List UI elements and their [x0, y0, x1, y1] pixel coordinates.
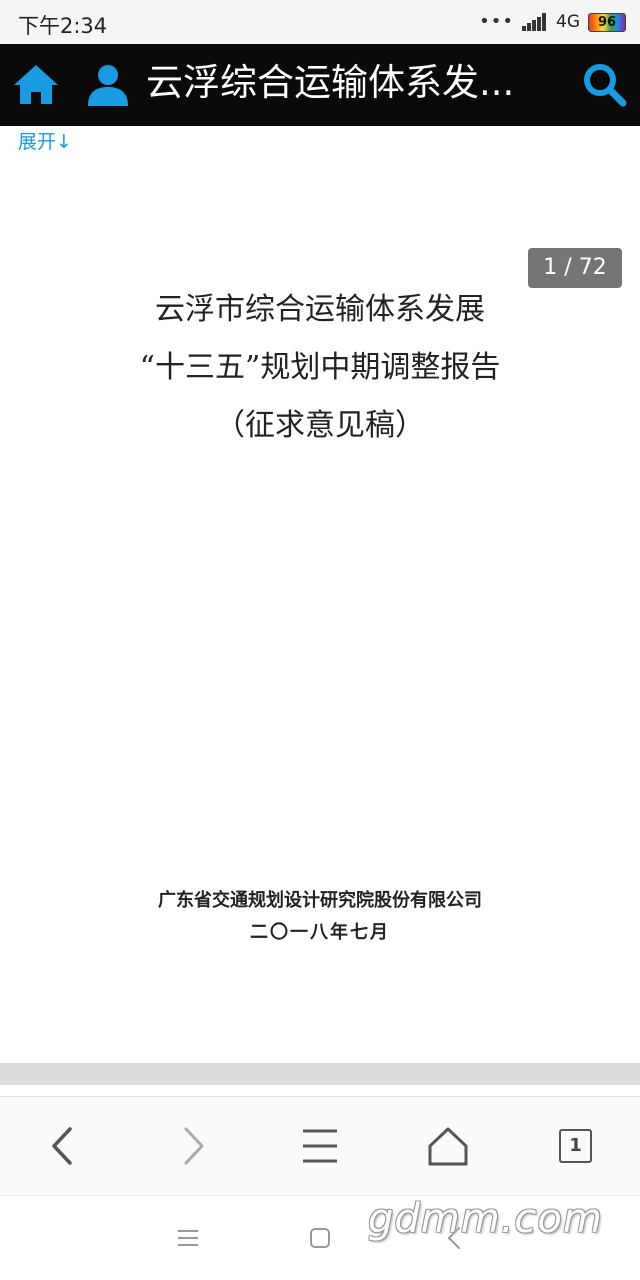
tabs-button[interactable]: 1 — [548, 1119, 602, 1173]
document-title-line-1: 云浮市综合运输体系发展 — [155, 292, 485, 327]
signal-icon — [522, 13, 548, 31]
document-title-line-2: “十三五”规划中期调整报告 — [139, 350, 501, 385]
menu-icon — [178, 1230, 198, 1246]
browser-home-button[interactable] — [421, 1119, 475, 1173]
user-button[interactable] — [82, 58, 134, 110]
page-separator — [0, 1063, 640, 1085]
document-organization: 广东省交通规划设计研究院股份有限公司 — [158, 890, 482, 911]
home-square-icon — [310, 1228, 330, 1248]
page-title: 云浮综合运输体系发... — [146, 61, 515, 104]
menu-icon — [303, 1129, 337, 1163]
status-bar: 下午2:34 ••• 4G 96 — [0, 0, 640, 44]
more-dots-icon: ••• — [479, 11, 514, 32]
battery-icon: 96 — [588, 12, 626, 32]
tabs-icon: 1 — [559, 1129, 592, 1163]
document-date: 二〇一八年七月 — [250, 922, 390, 943]
back-button[interactable] — [36, 1119, 90, 1173]
home-icon — [14, 65, 58, 104]
expand-link[interactable]: 展开↓ — [18, 127, 72, 154]
search-icon — [584, 64, 627, 107]
forward-button[interactable] — [166, 1119, 220, 1173]
watermark: gdmm.com — [368, 1196, 603, 1242]
browser-toolbar: 1 — [0, 1096, 640, 1194]
page-counter: 1 / 72 — [528, 248, 622, 288]
system-menu-button[interactable] — [170, 1220, 206, 1256]
menu-button[interactable] — [293, 1119, 347, 1173]
search-button[interactable] — [578, 58, 630, 110]
document-title-line-3: （征求意见稿） — [215, 408, 425, 443]
forward-icon — [184, 1127, 204, 1165]
battery-level: 96 — [597, 14, 617, 30]
status-time: 下午2:34 — [18, 14, 108, 38]
home-icon — [428, 1127, 468, 1166]
user-icon — [88, 65, 128, 106]
app-header: 云浮综合运输体系发... — [0, 44, 640, 126]
back-icon — [52, 1127, 72, 1165]
system-home-button[interactable] — [302, 1220, 338, 1256]
status-indicators: ••• 4G 96 — [479, 10, 626, 34]
network-type: 4G — [556, 12, 580, 32]
home-button[interactable] — [10, 58, 62, 110]
